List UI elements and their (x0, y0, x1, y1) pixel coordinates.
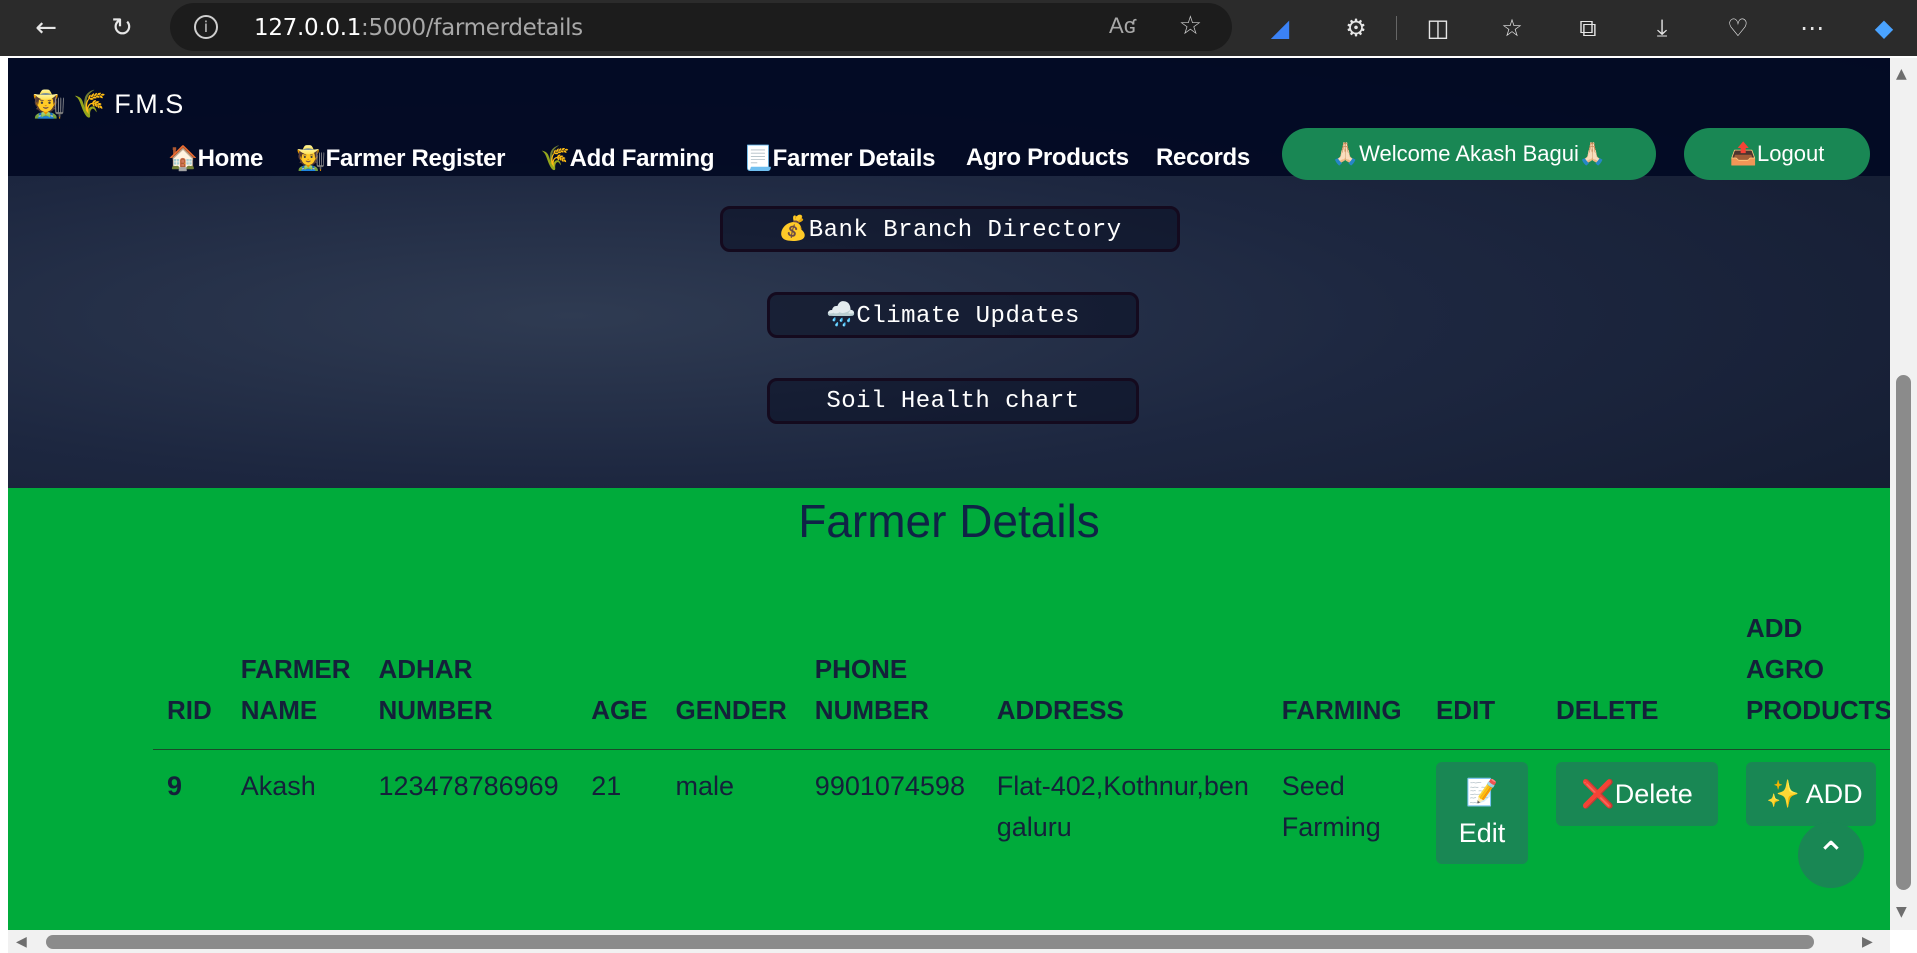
chevron-up-icon[interactable]: ⌃ (1798, 822, 1864, 888)
farmer-details-section: Farmer Details RID FARMER NAME ADHAR NUM… (8, 488, 1890, 930)
soil-health-chart-button[interactable]: Soil Health chart (767, 378, 1139, 424)
page-title: Farmer Details (798, 495, 1100, 547)
info-icon[interactable]: i (194, 15, 218, 39)
climate-updates-button[interactable]: 🌧️Climate Updates (767, 292, 1139, 338)
welcome-button[interactable]: 🙏🏻Welcome Akash Bagui🙏🏻 (1282, 128, 1656, 180)
table-row: 9 Akash 123478786969 21 male 9901074598 … (153, 750, 1890, 873)
extensions-icon[interactable]: ⚙ (1338, 10, 1374, 46)
delete-button[interactable]: ❌Delete (1555, 762, 1718, 826)
cell-edit: 📝 Edit (1422, 750, 1542, 873)
cell-delete: ❌Delete (1542, 750, 1732, 873)
vertical-scroll-thumb[interactable] (1896, 375, 1911, 890)
browser-essentials-icon[interactable]: ♡ (1720, 10, 1756, 46)
toolbar-divider (1396, 16, 1397, 40)
memo-icon: 📝 (1465, 777, 1499, 807)
edit-button[interactable]: 📝 Edit (1435, 762, 1528, 864)
nav-add-farming[interactable]: 🌾Add Farming (540, 144, 715, 173)
url-text[interactable]: 127.0.0.1:5000/farmerdetails (254, 15, 583, 41)
navbar: 🧑‍🌾 🌾 F.M.S 🏠Home 🧑‍🌾Farmer Register 🌾Ad… (8, 58, 1890, 180)
sparkle-icon: ✨ (1765, 778, 1800, 809)
cell-farming: Seed Farming (1281, 771, 1381, 842)
cell-rid: 9 (167, 771, 183, 801)
brand-logo[interactable]: 🧑‍🌾 🌾 F.M.S (32, 88, 183, 120)
header-edit: EDIT (1421, 608, 1542, 750)
scroll-left-arrow-icon[interactable]: ◀ (16, 934, 27, 950)
power-automate-icon[interactable]: ◢ (1262, 10, 1298, 46)
add-label: ADD (1805, 778, 1863, 809)
copilot-icon[interactable]: ◆ (1866, 10, 1902, 46)
collections-icon[interactable]: ⧉ (1570, 10, 1606, 46)
address-bar[interactable]: i 127.0.0.1:5000/farmerdetails Aʛ ☆ (170, 3, 1232, 51)
page-viewport: 💰Bank Branch Directory 🌧️Climate Updates… (8, 58, 1890, 930)
favorites-icon[interactable]: ☆ (1494, 10, 1530, 46)
cell-phone-number: 9901074598 (814, 771, 965, 801)
header-add-agro-products: ADD AGRO PRODUCTS (1731, 608, 1890, 750)
more-options-icon[interactable]: ⋯ (1794, 10, 1830, 46)
add-agro-button[interactable]: ✨ ADD (1745, 762, 1876, 826)
header-delete: DELETE (1541, 608, 1732, 750)
url-path: :5000/farmerdetails (361, 15, 583, 41)
header-rid: RID (153, 608, 227, 750)
farmer-table: RID FARMER NAME ADHAR NUMBER AGE GENDER … (153, 608, 1890, 872)
bank-branch-directory-button[interactable]: 💰Bank Branch Directory (720, 206, 1180, 252)
cell-address: Flat-402,Kothnur,bengaluru (996, 771, 1249, 842)
header-adhar-number: ADHAR NUMBER (364, 608, 578, 750)
nav-records[interactable]: Records (1156, 144, 1250, 172)
header-gender: GENDER (661, 608, 801, 750)
scroll-up-arrow-icon[interactable]: ▲ (1896, 66, 1907, 82)
cell-farmer-name: Akash (240, 771, 316, 801)
nav-home[interactable]: 🏠Home (168, 144, 263, 173)
nav-farmer-register[interactable]: 🧑‍🌾Farmer Register (296, 144, 505, 173)
url-host: 127.0.0.1 (254, 15, 362, 41)
header-address: ADDRESS (982, 608, 1268, 750)
table-header-row: RID FARMER NAME ADHAR NUMBER AGE GENDER … (153, 608, 1890, 750)
cell-gender: male (675, 771, 735, 801)
download-icon[interactable]: ⤓ (1644, 10, 1680, 46)
star-icon[interactable]: ☆ (1179, 11, 1202, 41)
logout-button[interactable]: 📤Logout (1684, 128, 1870, 180)
header-age: AGE (577, 608, 662, 750)
refresh-icon[interactable]: ↻ (104, 10, 140, 46)
cell-age: 21 (591, 771, 622, 801)
nav-farmer-details[interactable]: 📃Farmer Details (743, 144, 935, 173)
split-screen-icon[interactable]: ◫ (1420, 10, 1456, 46)
browser-toolbar: ← ↻ i 127.0.0.1:5000/farmerdetails Aʛ ☆ … (0, 0, 1917, 56)
cell-adhar-number: 123478786969 (378, 771, 559, 801)
horizontal-scroll-thumb[interactable] (46, 935, 1814, 949)
nav-agro-products[interactable]: Agro Products (966, 144, 1129, 172)
header-farming: FARMING (1267, 608, 1422, 750)
read-aloud-icon[interactable]: Aʛ (1109, 13, 1136, 39)
edit-label: Edit (1458, 818, 1506, 848)
scroll-right-arrow-icon[interactable]: ▶ (1862, 934, 1873, 950)
header-farmer-name: FARMER NAME (226, 608, 365, 750)
back-arrow-icon[interactable]: ← (28, 10, 64, 46)
header-phone-number: PHONE NUMBER (800, 608, 983, 750)
scroll-down-arrow-icon[interactable]: ▼ (1896, 904, 1907, 920)
